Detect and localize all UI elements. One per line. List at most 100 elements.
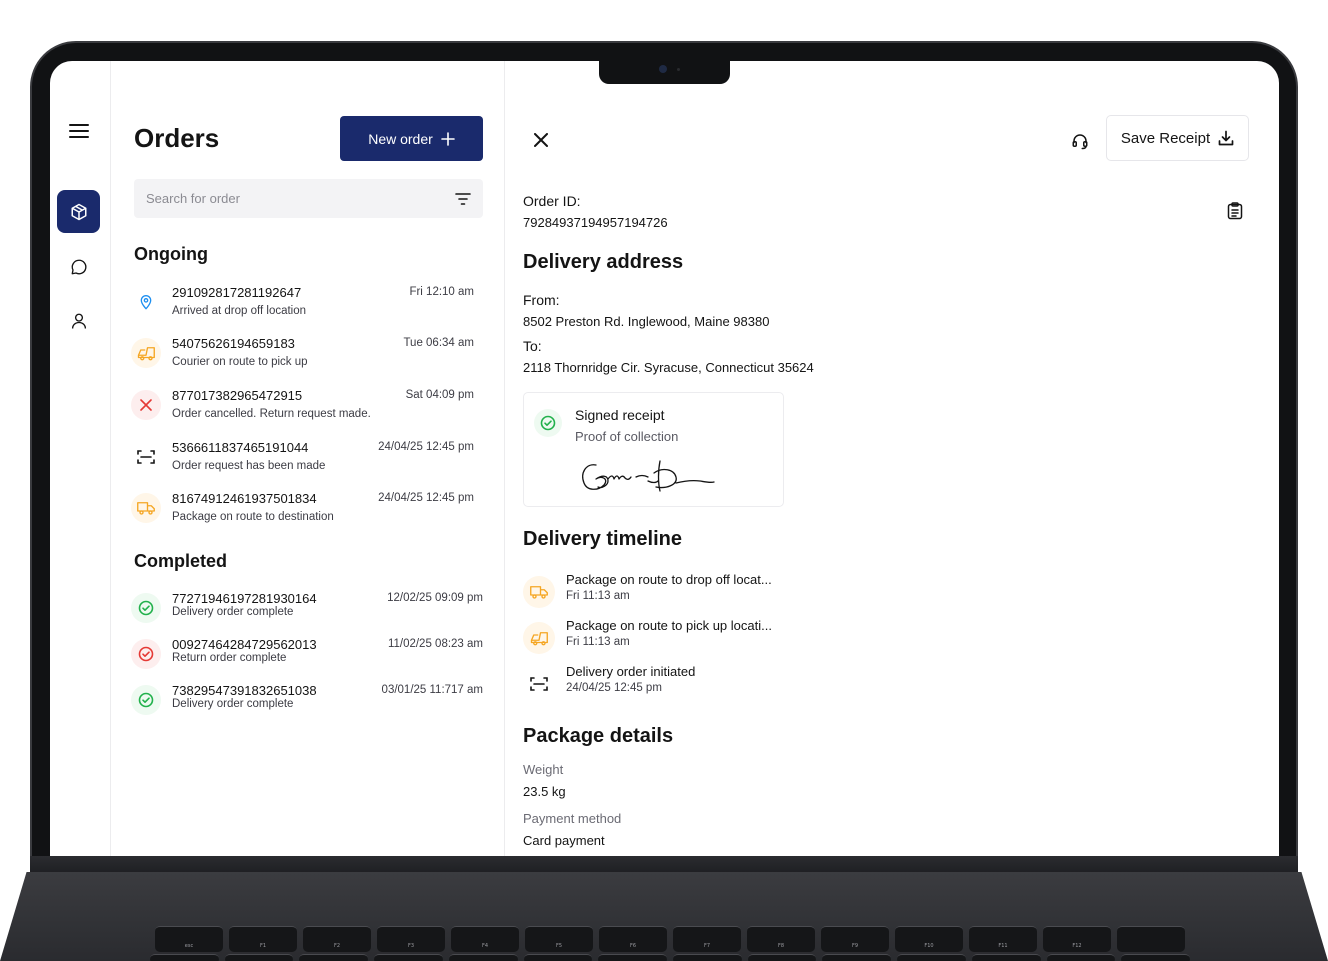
download-icon — [1218, 130, 1234, 146]
order-id-value: 79284937194957194726 — [523, 215, 668, 230]
order-list-item[interactable]: 54075626194659183 Courier on route to pi… — [131, 336, 483, 380]
truck-icon — [137, 347, 155, 361]
keyboard-key: F12 — [1043, 926, 1111, 952]
to-address: 2118 Thornridge Cir. Syracuse, Connectic… — [523, 360, 814, 375]
order-time: 12/02/25 09:09 pm — [387, 592, 483, 604]
to-label: To: — [523, 338, 542, 354]
order-status-icon — [131, 390, 161, 420]
nav-messages-button[interactable] — [57, 245, 100, 288]
clipboard-icon — [1227, 202, 1243, 220]
order-list-item[interactable]: 877017382965472915 Order cancelled. Retu… — [131, 388, 483, 432]
copy-order-id-button[interactable] — [1224, 200, 1246, 222]
order-list-item[interactable]: 00927464284729562013 Return order comple… — [131, 637, 483, 681]
order-status: Arrived at drop off location — [172, 305, 307, 317]
package-details-title: Package details — [523, 725, 674, 747]
order-status-icon — [131, 338, 161, 368]
signed-receipt-card[interactable]: Signed receipt Proof of collection — [523, 392, 784, 507]
check-circle-icon — [138, 646, 154, 662]
keyboard-key — [1046, 954, 1116, 961]
ongoing-section-title: Ongoing — [134, 244, 208, 264]
package-icon — [71, 203, 86, 220]
keyboard-key: F3 — [377, 926, 445, 952]
payment-method-label: Payment method — [523, 811, 622, 826]
weight-label: Weight — [523, 762, 564, 777]
nav-rail — [50, 61, 111, 856]
plus-icon — [440, 131, 455, 146]
delivery-truck-icon — [530, 586, 548, 599]
keyboard-key: F11 — [969, 926, 1037, 952]
order-list-item[interactable]: 81674912461937501834 Package on route to… — [131, 491, 483, 535]
new-order-label: New order — [368, 130, 433, 147]
order-list-item[interactable]: 291092817281192647 Arrived at drop off l… — [131, 285, 483, 329]
from-address: 8502 Preston Rd. Inglewood, Maine 98380 — [523, 314, 770, 329]
signature-image — [582, 460, 715, 492]
keyboard-function-row: esc F1 F2 F3 F4 F5 F6 F7 F8 F9 F10 F11 F12 — [155, 926, 1185, 956]
headset-icon — [1072, 134, 1088, 150]
keyboard-key — [523, 954, 593, 961]
order-status: Order cancelled. Return request made. — [172, 408, 371, 420]
order-id: 73829547391832651038 — [172, 683, 317, 698]
new-order-button[interactable]: New order — [340, 116, 483, 161]
receipt-subtitle: Proof of collection — [575, 429, 679, 444]
receipt-status-icon — [534, 409, 562, 437]
keyboard-key-label: F12 — [1072, 943, 1082, 949]
order-list-item[interactable]: 77271946197281930164 Delivery order comp… — [131, 591, 483, 635]
order-time: 03/01/25 11:717 am — [381, 684, 483, 696]
save-receipt-button[interactable]: Save Receipt — [1106, 115, 1249, 161]
weight-value: 23.5 kg — [523, 784, 566, 799]
scan-icon — [137, 450, 155, 464]
order-list-item[interactable]: 73829547391832651038 Delivery order comp… — [131, 683, 483, 727]
keyboard-key-label: F11 — [998, 943, 1008, 949]
order-id-label: Order ID: — [523, 193, 581, 209]
payment-method-value: Card payment — [523, 833, 605, 848]
keyboard-number-row — [150, 954, 1191, 961]
keyboard-key — [747, 954, 817, 961]
keyboard-key — [897, 954, 966, 961]
order-status-icon — [131, 639, 161, 669]
chat-icon — [71, 259, 86, 274]
nav-profile-button[interactable] — [57, 299, 100, 342]
menu-button[interactable] — [57, 109, 100, 152]
close-button[interactable] — [528, 127, 554, 153]
keyboard-key — [598, 954, 668, 961]
camera-icon — [659, 65, 667, 73]
order-id: 877017382965472915 — [172, 388, 303, 403]
keyboard-key-label: F5 — [555, 943, 563, 949]
delivery-timeline-title: Delivery timeline — [523, 528, 682, 550]
filter-button[interactable] — [455, 192, 471, 206]
keyboard-key-label: F9 — [851, 943, 859, 949]
keyboard-key: F7 — [673, 926, 741, 952]
nav-orders-button[interactable] — [57, 190, 100, 233]
keyboard-key — [299, 954, 369, 961]
keyboard-key: F10 — [895, 926, 963, 952]
order-status-icon — [131, 493, 161, 523]
keyboard-key — [224, 954, 294, 961]
check-circle-icon — [540, 415, 556, 431]
keyboard-key-label: F7 — [703, 943, 711, 949]
order-status: Order request has been made — [172, 460, 326, 472]
order-id: 54075626194659183 — [172, 336, 295, 351]
keyboard-key — [1117, 926, 1185, 952]
receipt-title: Signed receipt — [575, 407, 665, 423]
order-status: Delivery order complete — [172, 606, 294, 618]
timeline-title: Package on route to pick up locati... — [566, 618, 772, 633]
keyboard-key — [1121, 954, 1191, 961]
support-button[interactable] — [1066, 127, 1094, 155]
keyboard-key: F6 — [599, 926, 667, 952]
order-time: Fri 12:10 am — [409, 286, 474, 298]
timeline-time: Fri 11:13 am — [566, 636, 630, 648]
keyboard-key — [971, 954, 1041, 961]
order-time: 11/02/25 08:23 am — [387, 638, 483, 650]
keyboard-key — [822, 954, 892, 961]
keyboard-key: F8 — [747, 926, 815, 952]
timeline-item: Package on route to pick up locati... Fr… — [523, 618, 823, 656]
order-detail-panel: Save Receipt Order ID: 79284937194957194… — [506, 61, 1279, 856]
search-input[interactable] — [146, 191, 455, 206]
timeline-icon — [523, 622, 555, 654]
timeline-icon — [523, 576, 555, 608]
keyboard-key-label: F8 — [777, 943, 785, 949]
order-list-item[interactable]: 5366611837465191044 Order request has be… — [131, 440, 483, 484]
check-circle-icon — [138, 600, 154, 616]
check-circle-icon — [138, 692, 154, 708]
order-status-icon — [131, 442, 161, 472]
